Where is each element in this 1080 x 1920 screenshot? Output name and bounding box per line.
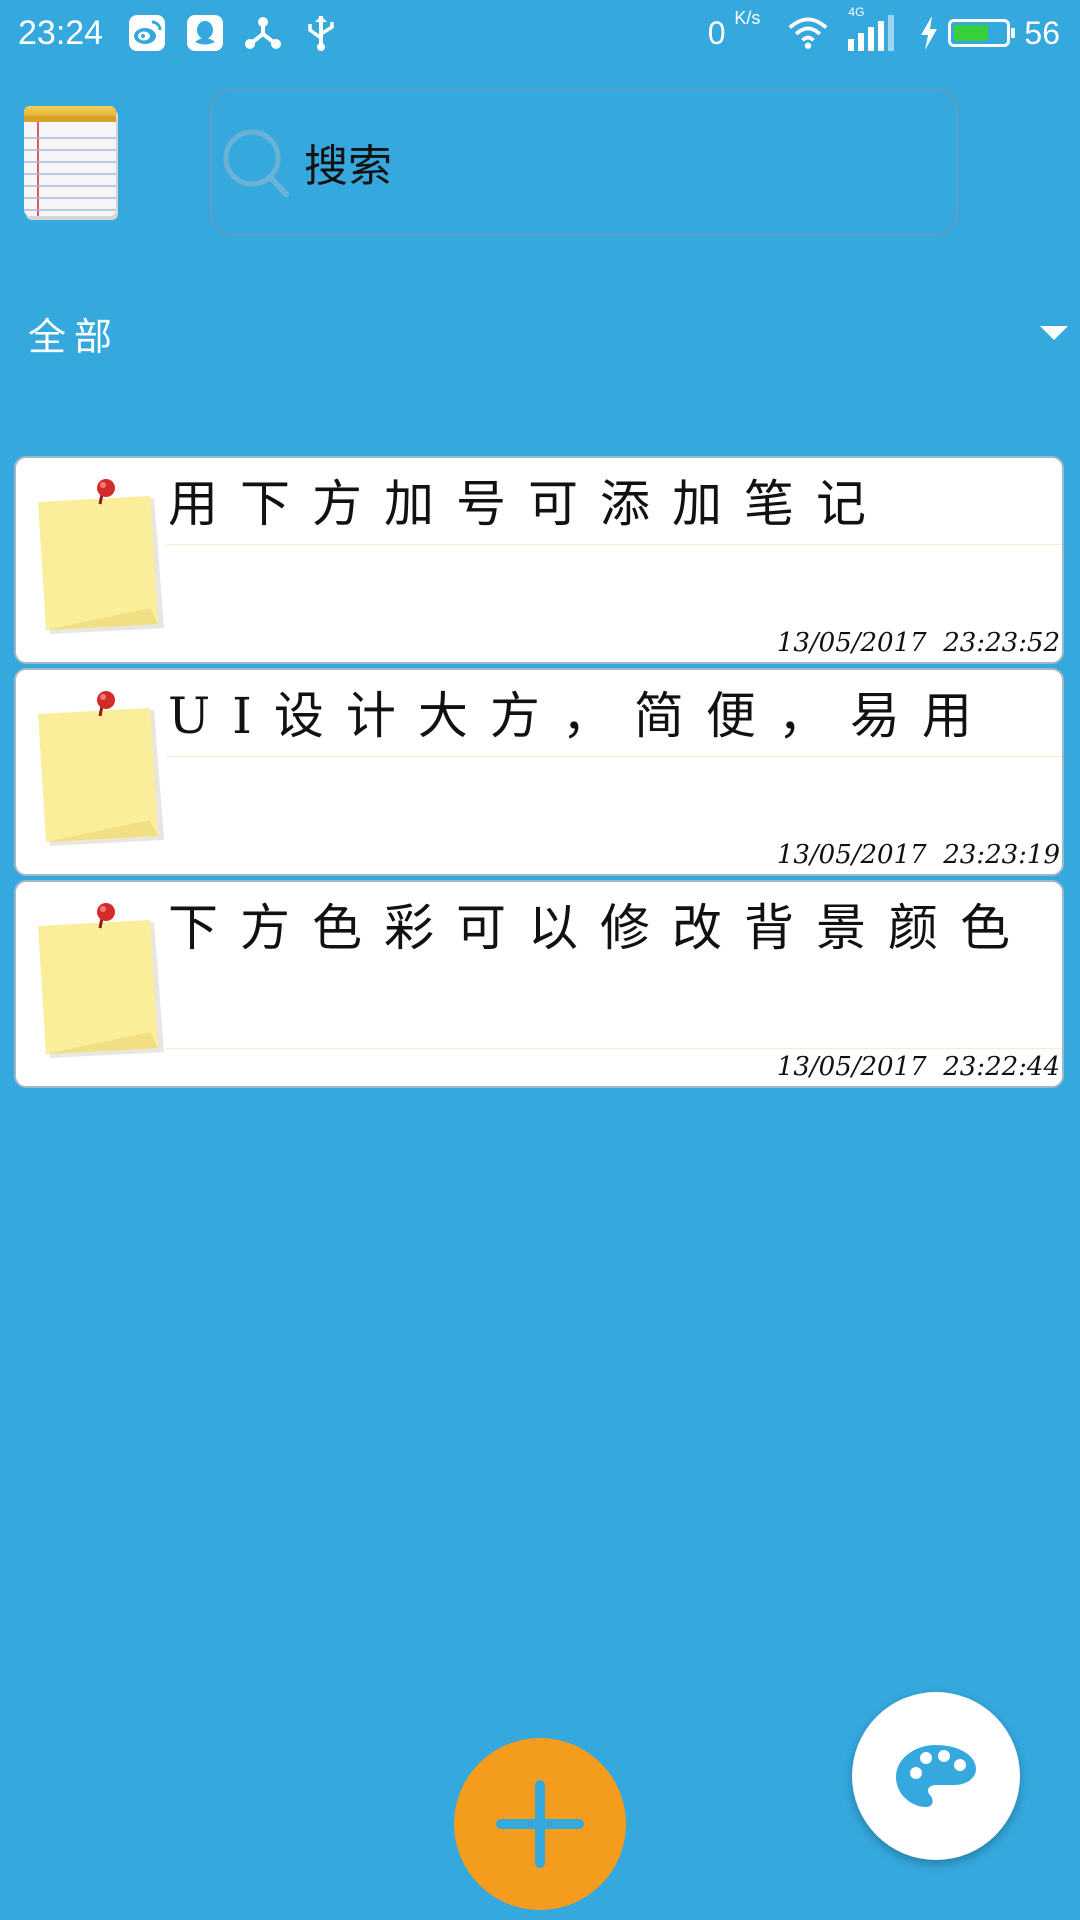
note-time: 23:23:52: [943, 628, 1060, 658]
net-speed: 0 K/s: [707, 8, 761, 52]
note-card[interactable]: UI设计大方，简便，易用 13/05/2017 23:23:19: [14, 668, 1064, 876]
usb-icon: [301, 13, 341, 53]
note-timestamp: 13/05/2017 23:23:19: [777, 840, 1060, 870]
signal-icon: 4G: [846, 5, 900, 53]
sticky-note-icon: [26, 478, 176, 648]
note-card[interactable]: 用下方加号可添加笔记 13/05/2017 23:23:52: [14, 456, 1064, 664]
theme-color-button[interactable]: [852, 1692, 1020, 1860]
network-type-label: 4G: [848, 5, 865, 19]
note-date: 13/05/2017: [776, 840, 927, 870]
note-date: 13/05/2017: [776, 628, 927, 658]
status-time: 23:24: [18, 13, 104, 52]
battery-fill: [954, 25, 988, 41]
weibo-icon: [127, 13, 167, 53]
wifi-icon: [788, 13, 828, 53]
search-icon: [216, 120, 300, 204]
palette-icon: [894, 1743, 978, 1809]
note-text: UI设计大方，简便，易用: [168, 687, 994, 745]
sticky-note-icon: [26, 690, 176, 860]
net-speed-unit: K/s: [734, 7, 761, 28]
note-time: 23:23:19: [943, 840, 1060, 870]
status-left: 23:24: [18, 10, 359, 56]
search-placeholder: 搜索: [304, 141, 392, 192]
note-list: 用下方加号可添加笔记 13/05/2017 23:23:52 UI设计大方，简便…: [14, 456, 1064, 1092]
note-card[interactable]: 下方色彩可以修改背景颜色 13/05/2017 23:22:44: [14, 880, 1064, 1088]
add-note-button[interactable]: [454, 1738, 626, 1910]
status-right: 0 K/s 4G 56: [707, 5, 1060, 56]
battery-level: 56: [1024, 14, 1060, 51]
plus-icon: [492, 1776, 588, 1872]
note-timestamp: 13/05/2017 23:22:44: [777, 1052, 1060, 1082]
category-dropdown[interactable]: 全部: [28, 300, 1068, 364]
share-icon: [243, 13, 283, 53]
note-divider: [166, 544, 1062, 545]
note-text: 下方色彩可以修改背景颜色: [168, 899, 1032, 957]
note-divider: [166, 1048, 1062, 1049]
qq-icon: [185, 13, 225, 53]
battery-icon: [948, 19, 1016, 47]
status-bar: 23:24 0 K/s 4G 56: [0, 0, 1080, 66]
note-date: 13/05/2017: [776, 1052, 927, 1082]
charging-icon: [918, 13, 940, 53]
note-time: 23:22:44: [943, 1052, 1060, 1082]
chevron-down-icon: [1040, 326, 1068, 340]
notepad-icon[interactable]: [24, 106, 120, 222]
note-text: 用下方加号可添加笔记: [168, 475, 888, 533]
net-speed-value: 0: [707, 14, 726, 51]
search-input[interactable]: 搜索: [210, 88, 958, 236]
category-label: 全部: [28, 315, 121, 359]
note-divider: [166, 756, 1062, 757]
sticky-note-icon: [26, 902, 176, 1072]
note-timestamp: 13/05/2017 23:23:52: [777, 628, 1060, 658]
